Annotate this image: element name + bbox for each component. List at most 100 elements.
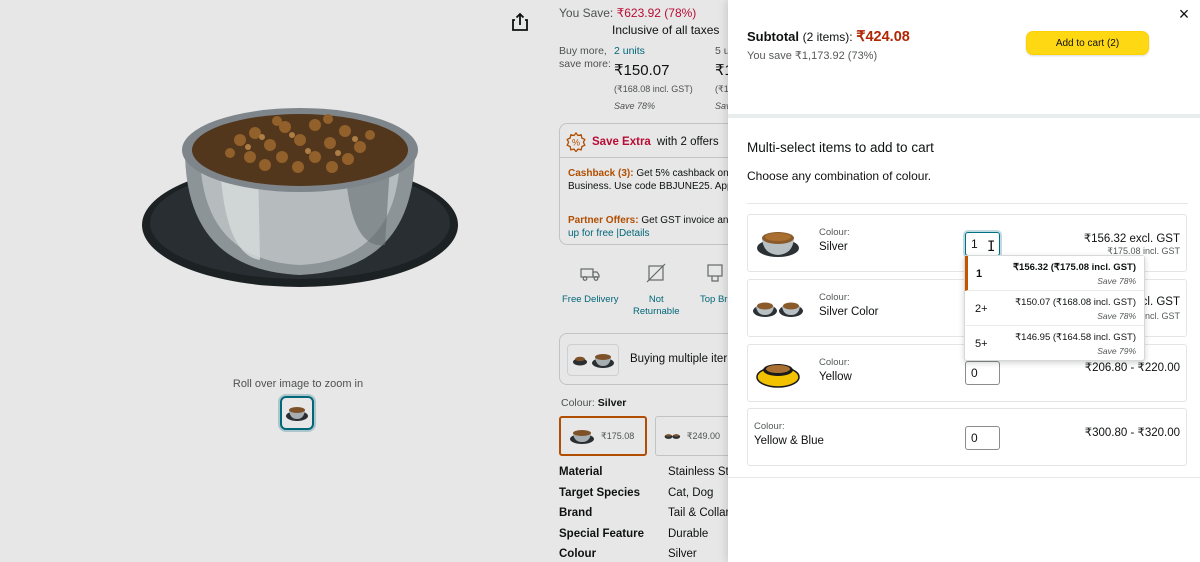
tier-incl-gst: (₹168.08 incl. GST) (614, 84, 693, 94)
bowl-small-icon (572, 356, 587, 366)
offers-title-rest: with 2 offers (656, 136, 719, 148)
swatch-silver-color[interactable]: ₹249.00 (655, 416, 728, 456)
spec-value: Durable (668, 528, 709, 540)
cashback-line2: Business. Use code BBJUNE25. App (568, 181, 733, 192)
text-cursor-icon: I (987, 239, 996, 255)
partner-offer[interactable]: Partner Offers: Get GST invoice an up fo… (568, 214, 728, 240)
item-price: cl. GST (1141, 296, 1180, 308)
multi-thumbs (567, 344, 619, 376)
silver-bowl-pair-icon (753, 302, 803, 317)
dropdown-option-5plus[interactable]: 5+ ₹146.95 (₹164.58 incl. GST) Save 79% (965, 326, 1144, 361)
zoom-hint-text: Roll over image to zoom in (232, 378, 364, 390)
partner-line2: up for free (568, 228, 617, 239)
you-save-line: You Save: ₹623.92 (78%) (559, 6, 696, 20)
offers-title-bold: Save Extra (592, 136, 651, 148)
multi-select-title: Multi-select items to add to cart (747, 140, 934, 155)
tier-units: 2 units (614, 45, 645, 57)
silver-bowl-icon (757, 232, 799, 257)
feature-not-returnable[interactable]: Not Returnable (633, 262, 679, 318)
option-qty: 5+ (975, 338, 988, 350)
spec-value: Tail & Collar (668, 507, 730, 519)
multi-select-subtitle: Choose any combination of colour. (747, 169, 932, 183)
quantity-input[interactable]: 0 (965, 426, 1000, 450)
option-save: Save 78% (1097, 276, 1136, 286)
feature-label: Free Delivery (562, 294, 619, 305)
you-save-label: You Save: (559, 6, 614, 20)
tier-2-units[interactable]: 2 units ₹150.07 (₹168.08 incl. GST) Save… (614, 45, 693, 111)
buying-multiple-box[interactable]: Buying multiple iter (559, 333, 739, 385)
item-price: ₹300.80 - ₹320.00 (1084, 427, 1180, 439)
dropdown-option-1[interactable]: 1 ₹156.32 (₹175.08 incl. GST) Save 78% (965, 256, 1144, 291)
offer-badge-icon: % (566, 132, 586, 152)
buying-multiple-text: Buying multiple iter (630, 353, 728, 365)
colour-value: Silver Color (819, 306, 879, 318)
bowl-small-icon (591, 354, 614, 368)
subtotal-amount: ₹424.08 (856, 29, 910, 45)
cashback-title: Cashback (3): (568, 168, 634, 179)
spec-key: Material (559, 466, 603, 478)
spec-value: Stainless Ste (668, 466, 736, 478)
option-price: ₹156.32 (₹175.08 incl. GST) (1013, 262, 1136, 273)
item-image (752, 288, 804, 328)
item-row-yellow-blue: Colour: Yellow & Blue 0 ₹300.80 - ₹320.0… (747, 408, 1187, 466)
tier-save: Save 78% (614, 101, 656, 111)
feature-free-delivery[interactable]: Free Delivery (562, 262, 619, 306)
subtotal-count: (2 items): (802, 30, 853, 44)
yellow-bowl-icon (756, 364, 800, 388)
colour-key: Colour: (819, 292, 850, 303)
option-qty: 2+ (975, 303, 988, 315)
colour-key: Colour: (819, 227, 850, 238)
you-save-summary: You save ₹1,173.92 (73%) (747, 50, 878, 62)
offers-title: % Save Extra with 2 offers (566, 132, 719, 152)
swatch-price: ₹175.08 (601, 430, 635, 441)
tax-note: Inclusive of all taxes (612, 23, 720, 37)
offers-box: % Save Extra with 2 offers Cashback (3):… (559, 123, 739, 245)
colour-key: Colour: (561, 397, 595, 409)
you-save-value: ₹623.92 (78%) (616, 6, 697, 20)
feature-label-1: Not (648, 294, 664, 305)
truck-icon (580, 268, 600, 281)
quantity-dropdown: 1 ₹156.32 (₹175.08 incl. GST) Save 78% 2… (964, 255, 1145, 361)
item-price: ₹206.80 - ₹220.00 (1084, 362, 1180, 374)
partner-details-link[interactable]: |Details (616, 228, 649, 239)
divider (747, 203, 1188, 204)
swatch-silver[interactable]: ₹175.08 (559, 416, 647, 456)
option-save: Save 78% (1097, 311, 1136, 321)
spec-key: Colour (559, 548, 597, 560)
spec-value: Silver (668, 548, 697, 560)
colour-value: Silver (597, 397, 627, 409)
spec-key: Special Feature (559, 528, 645, 540)
divider (728, 477, 1200, 478)
share-icon[interactable] (511, 12, 529, 32)
dropdown-option-2plus[interactable]: 2+ ₹150.07 (₹168.08 incl. GST) Save 78% (965, 291, 1144, 326)
tier-price: ₹150.07 (614, 62, 670, 79)
partner-line1: Get GST invoice an (638, 215, 729, 226)
panel-separator (728, 114, 1200, 118)
bowl-pair-swatch-icon (664, 434, 681, 439)
product-main-image[interactable] (140, 95, 470, 305)
quantity-input[interactable]: 0 (965, 361, 1000, 385)
item-price-incl: ncl. GST (1144, 311, 1180, 321)
option-save: Save 79% (1097, 346, 1136, 356)
svg-text:%: % (572, 138, 580, 148)
colour-label: Colour: Silver (561, 397, 626, 409)
no-return-icon (646, 263, 666, 283)
cashback-offer[interactable]: Cashback (3): Get 5% cashback on Busines… (568, 167, 733, 193)
spec-value: Cat, Dog (668, 487, 714, 499)
product-thumbnail[interactable] (280, 396, 314, 430)
item-image (752, 223, 804, 263)
feature-top-brand[interactable]: Top Br (700, 262, 727, 306)
feature-label-2: Returnable (633, 306, 680, 317)
subtotal-label: Subtotal (747, 29, 799, 44)
spec-key: Brand (559, 507, 593, 519)
top-brand-icon (707, 264, 723, 282)
close-icon[interactable]: × (1174, 4, 1194, 24)
option-qty: 1 (976, 268, 983, 280)
colour-key: Colour: (819, 357, 850, 368)
item-image (752, 353, 804, 393)
add-to-cart-button[interactable]: Add to cart (2) (1026, 31, 1149, 55)
partner-title: Partner Offers: (568, 215, 639, 226)
offers-divider (560, 157, 738, 158)
item-price: ₹156.32 excl. GST (1083, 233, 1180, 245)
subtotal: Subtotal (2 items): ₹424.08 (747, 29, 910, 45)
